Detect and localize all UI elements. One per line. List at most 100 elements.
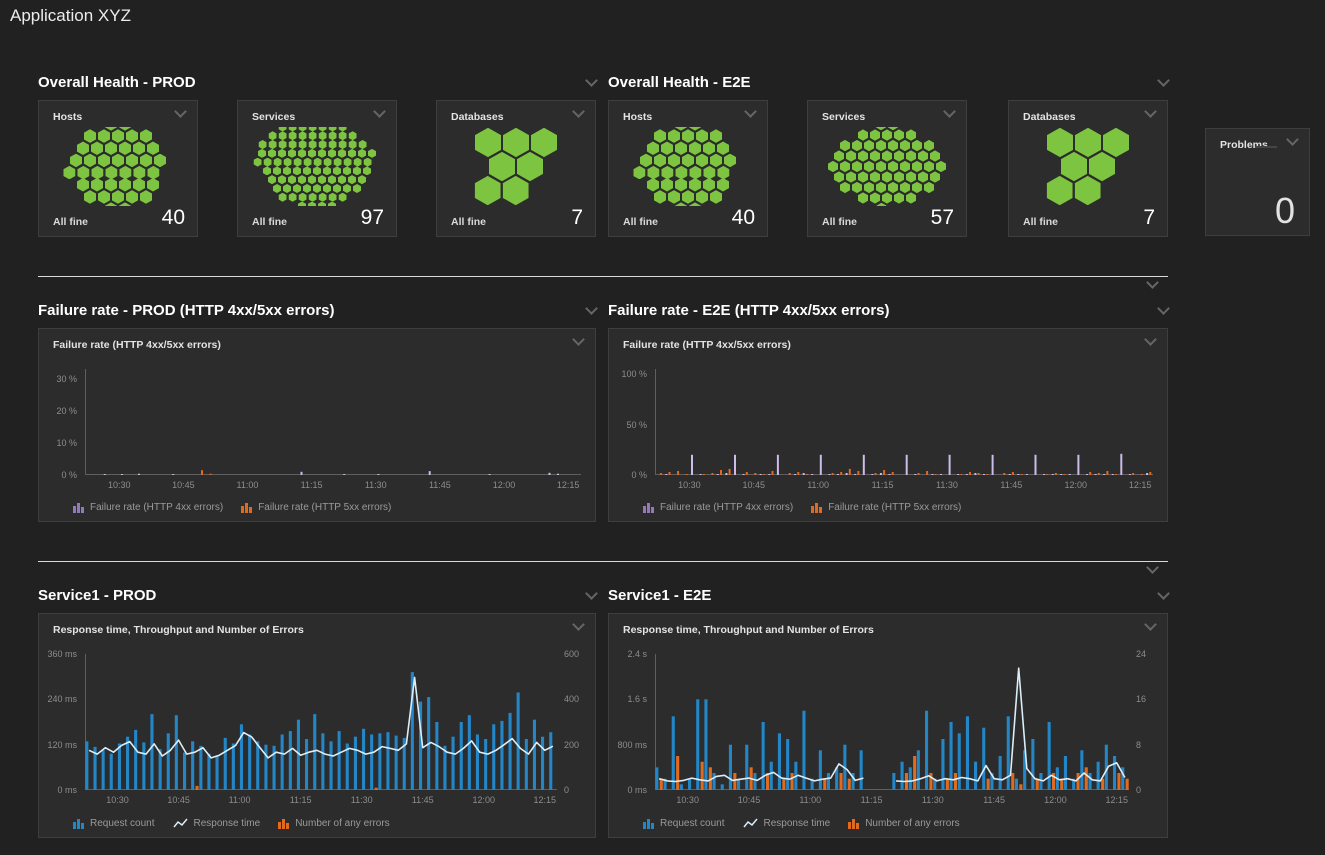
healthy-hexagon-icon[interactable] [319, 131, 327, 140]
healthy-hexagon-icon[interactable] [273, 166, 281, 175]
chevron-down-icon[interactable] [572, 333, 585, 346]
healthy-hexagon-icon[interactable] [304, 158, 312, 167]
services-honeycomb[interactable] [816, 127, 958, 206]
healthy-hexagon-icon[interactable] [333, 184, 341, 193]
healthy-hexagon-icon[interactable] [119, 202, 131, 206]
healthy-hexagon-icon[interactable] [343, 166, 351, 175]
healthy-hexagon-icon[interactable] [633, 166, 645, 180]
chevron-down-icon[interactable] [572, 618, 585, 631]
legend-item[interactable]: Failure rate (HTTP 5xx errors) [241, 502, 391, 513]
hosts-honeycomb[interactable] [617, 127, 759, 206]
healthy-hexagon-icon[interactable] [689, 166, 701, 180]
healthy-hexagon-icon[interactable] [105, 202, 117, 206]
legend-item[interactable]: Failure rate (HTTP 4xx errors) [73, 502, 223, 513]
healthy-hexagon-icon[interactable] [334, 158, 342, 167]
healthy-hexagon-icon[interactable] [343, 184, 351, 193]
healthy-hexagon-icon[interactable] [333, 166, 341, 175]
healthy-hexagon-icon[interactable] [647, 166, 659, 180]
health-tile-services-e2e[interactable]: Services All fine 57 [807, 100, 967, 237]
healthy-hexagon-icon[interactable] [63, 166, 75, 180]
healthy-hexagon-icon[interactable] [710, 190, 722, 204]
healthy-hexagon-icon[interactable] [288, 175, 296, 184]
healthy-hexagon-icon[interactable] [703, 166, 715, 180]
healthy-hexagon-icon[interactable] [475, 176, 501, 205]
healthy-hexagon-icon[interactable] [329, 140, 337, 149]
service-prod-chart[interactable]: 360 ms240 ms120 ms0 ms600400200010:3010:… [39, 644, 595, 814]
healthy-hexagon-icon[interactable] [359, 140, 367, 149]
chevron-down-icon[interactable] [1157, 74, 1170, 87]
healthy-hexagon-icon[interactable] [278, 175, 286, 184]
healthy-hexagon-icon[interactable] [309, 140, 317, 149]
legend-item[interactable]: Number of any errors [278, 818, 389, 829]
healthy-hexagon-icon[interactable] [274, 158, 282, 167]
healthy-hexagon-icon[interactable] [298, 175, 306, 184]
healthy-hexagon-icon[interactable] [675, 202, 687, 206]
healthy-hexagon-icon[interactable] [358, 149, 366, 158]
legend-item[interactable]: Response time [743, 818, 831, 829]
healthy-hexagon-icon[interactable] [309, 131, 317, 140]
healthy-hexagon-icon[interactable] [339, 140, 347, 149]
healthy-hexagon-icon[interactable] [349, 131, 357, 140]
healthy-hexagon-icon[interactable] [269, 131, 277, 140]
health-tile-hosts-e2e[interactable]: Hosts All fine 40 [608, 100, 768, 237]
healthy-hexagon-icon[interactable] [119, 166, 131, 180]
healthy-hexagon-icon[interactable] [348, 149, 356, 158]
healthy-hexagon-icon[interactable] [298, 202, 306, 207]
healthy-hexagon-icon[interactable] [689, 202, 701, 206]
healthy-hexagon-icon[interactable] [349, 140, 357, 149]
healthy-hexagon-icon[interactable] [303, 166, 311, 175]
healthy-hexagon-icon[interactable] [344, 158, 352, 167]
chevron-down-icon[interactable] [373, 105, 386, 118]
healthy-hexagon-icon[interactable] [924, 182, 934, 193]
services-honeycomb[interactable] [246, 127, 388, 206]
chevron-down-icon[interactable] [744, 105, 757, 118]
healthy-hexagon-icon[interactable] [283, 184, 291, 193]
legend-item[interactable]: Response time [173, 818, 261, 829]
chevron-down-icon[interactable] [585, 587, 598, 600]
healthy-hexagon-icon[interactable] [289, 140, 297, 149]
healthy-hexagon-icon[interactable] [140, 190, 152, 204]
healthy-hexagon-icon[interactable] [314, 158, 322, 167]
healthy-hexagon-icon[interactable] [308, 202, 316, 207]
healthy-hexagon-icon[interactable] [354, 158, 362, 167]
health-tile-services-prod[interactable]: Services All fine 97 [237, 100, 397, 237]
healthy-hexagon-icon[interactable] [293, 184, 301, 193]
healthy-hexagon-icon[interactable] [91, 166, 103, 180]
healthy-hexagon-icon[interactable] [133, 166, 145, 180]
healthy-hexagon-icon[interactable] [294, 158, 302, 167]
health-tile-hosts-prod[interactable]: Hosts All fine 40 [38, 100, 198, 237]
problems-tile[interactable]: Problems 0 [1205, 128, 1310, 236]
healthy-hexagon-icon[interactable] [269, 140, 277, 149]
failure-e2e-plot-area[interactable] [655, 369, 1153, 475]
healthy-hexagon-icon[interactable] [273, 184, 281, 193]
healthy-hexagon-icon[interactable] [77, 166, 89, 180]
chart-tile-failure-e2e[interactable]: Failure rate (HTTP 4xx/5xx errors) 100 %… [608, 328, 1168, 522]
healthy-hexagon-icon[interactable] [319, 193, 327, 202]
healthy-hexagon-icon[interactable] [288, 149, 296, 158]
healthy-hexagon-icon[interactable] [717, 166, 729, 180]
healthy-hexagon-icon[interactable] [105, 166, 117, 180]
healthy-hexagon-icon[interactable] [329, 131, 337, 140]
databases-honeycomb[interactable] [1017, 127, 1159, 206]
chevron-down-icon[interactable] [1157, 302, 1170, 315]
healthy-hexagon-icon[interactable] [661, 166, 673, 180]
healthy-hexagon-icon[interactable] [278, 149, 286, 158]
chevron-down-icon[interactable] [1144, 333, 1157, 346]
healthy-hexagon-icon[interactable] [263, 166, 271, 175]
health-tile-databases-e2e[interactable]: Databases All fine 7 [1008, 100, 1168, 237]
chart-tile-service-prod[interactable]: Response time, Throughput and Number of … [38, 613, 596, 838]
healthy-hexagon-icon[interactable] [877, 203, 887, 206]
chevron-down-icon[interactable] [572, 105, 585, 118]
legend-item[interactable]: Number of any errors [848, 818, 959, 829]
healthy-hexagon-icon[interactable] [279, 131, 287, 140]
failure-prod-chart[interactable]: 30 %20 %10 %0 %10:3010:4511:0011:1511:30… [39, 359, 595, 499]
chevron-down-icon[interactable] [585, 302, 598, 315]
healthy-hexagon-icon[interactable] [303, 184, 311, 193]
healthy-hexagon-icon[interactable] [283, 166, 291, 175]
healthy-hexagon-icon[interactable] [254, 158, 262, 167]
legend-item[interactable]: Request count [643, 818, 725, 829]
health-tile-databases-prod[interactable]: Databases All fine 7 [436, 100, 596, 237]
legend-item[interactable]: Request count [73, 818, 155, 829]
healthy-hexagon-icon[interactable] [289, 131, 297, 140]
chevron-down-icon[interactable] [585, 74, 598, 87]
